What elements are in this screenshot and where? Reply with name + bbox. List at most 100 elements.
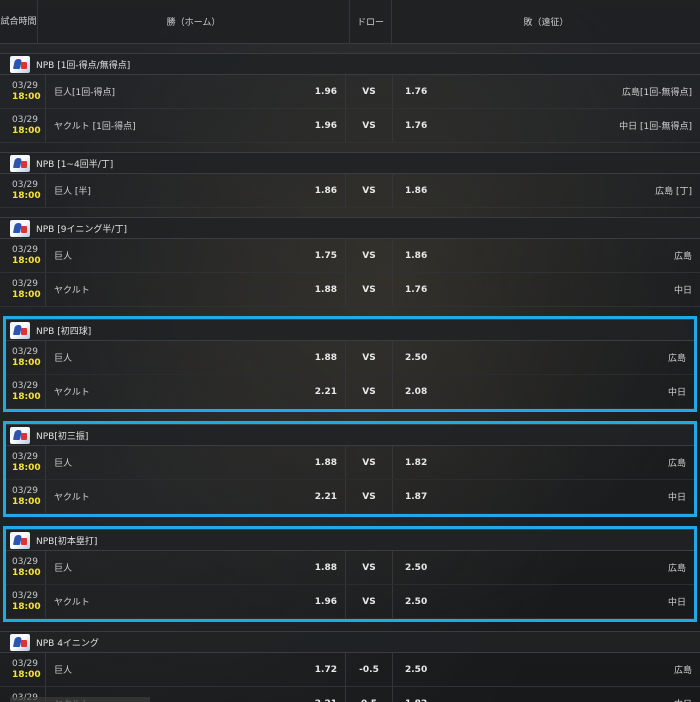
away-team: 広島 bbox=[673, 252, 692, 262]
away-bet-cell[interactable]: 2.50 広島 bbox=[393, 341, 694, 374]
home-team: 巨人 bbox=[54, 459, 73, 469]
match-row: 03/29 18:00 巨人 1.72 -0.5 2.50 広島 bbox=[0, 653, 700, 687]
match-hour: 18:00 bbox=[12, 496, 41, 507]
market-section: NPB [初四球] 03/29 18:00 巨人 1.88 VS 2.50 広島… bbox=[3, 316, 697, 412]
away-team: 中日 [1回-無得点] bbox=[619, 122, 692, 132]
match-row: 03/29 18:00 巨人[1回-得点] 1.96 VS 1.76 広島[1回… bbox=[0, 75, 700, 109]
home-bet-cell[interactable]: 巨人[1回-得点] 1.96 bbox=[46, 75, 346, 108]
match-date: 03/29 bbox=[12, 658, 38, 669]
home-odds: 1.96 bbox=[314, 596, 337, 607]
section-title: NPB[初本塁打] bbox=[6, 529, 694, 551]
section-title-label: NPB[初本塁打] bbox=[36, 536, 98, 547]
home-odds: 1.86 bbox=[314, 185, 337, 196]
away-team: 中日 bbox=[667, 493, 686, 503]
section-title: NPB[初三振] bbox=[6, 424, 694, 446]
home-bet-cell[interactable]: 巨人 1.72 bbox=[46, 653, 346, 686]
match-row: 03/29 18:00 巨人 1.88 VS 2.50 広島 bbox=[6, 341, 694, 375]
home-team: 巨人 bbox=[54, 564, 73, 574]
home-team: 巨人 bbox=[54, 666, 73, 676]
draw-cell: VS bbox=[346, 75, 393, 108]
match-hour: 18:00 bbox=[12, 289, 41, 300]
away-bet-cell[interactable]: 2.50 広島 bbox=[393, 653, 700, 686]
match-hour: 18:00 bbox=[12, 391, 41, 402]
section-title: NPB [初四球] bbox=[6, 319, 694, 341]
match-hour: 18:00 bbox=[12, 669, 41, 680]
away-bet-cell[interactable]: 1.86 広島 bbox=[393, 239, 700, 272]
draw-cell: -0.5 bbox=[346, 653, 393, 686]
away-odds: 2.08 bbox=[405, 386, 428, 397]
away-odds: 2.50 bbox=[405, 562, 428, 573]
match-time: 03/29 18:00 bbox=[6, 375, 46, 408]
section-title: NPB 4イニング bbox=[0, 631, 700, 653]
draw-cell: 0.5 bbox=[346, 687, 393, 702]
home-bet-cell[interactable]: 巨人 1.88 bbox=[46, 446, 346, 479]
home-bet-cell[interactable]: ヤクルト 2.21 bbox=[46, 480, 346, 513]
away-bet-cell[interactable]: 1.87 中日 bbox=[393, 480, 694, 513]
match-date: 03/29 bbox=[12, 346, 38, 357]
match-row: 03/29 18:00 巨人 [半] 1.86 VS 1.86 広島 [丁] bbox=[0, 174, 700, 208]
away-bet-cell[interactable]: 1.86 広島 [丁] bbox=[393, 174, 700, 207]
match-hour: 18:00 bbox=[12, 190, 41, 201]
draw-cell: VS bbox=[346, 480, 393, 513]
home-odds: 1.88 bbox=[314, 284, 337, 295]
next-section-stub bbox=[10, 697, 150, 702]
match-date: 03/29 bbox=[12, 114, 38, 125]
home-bet-cell[interactable]: ヤクルト 2.21 bbox=[46, 375, 346, 408]
match-row: 03/29 18:00 ヤクルト 1.96 VS 2.50 中日 bbox=[6, 585, 694, 619]
home-team: ヤクルト bbox=[54, 598, 90, 608]
match-time: 03/29 18:00 bbox=[0, 273, 46, 306]
home-odds: 1.88 bbox=[314, 457, 337, 468]
match-time: 03/29 18:00 bbox=[6, 446, 46, 479]
away-bet-cell[interactable]: 1.82 広島 bbox=[393, 446, 694, 479]
home-odds: 1.75 bbox=[314, 250, 337, 261]
draw-cell: VS bbox=[346, 341, 393, 374]
npb-logo-icon bbox=[10, 633, 30, 651]
home-bet-cell[interactable]: 巨人 1.88 bbox=[46, 551, 346, 584]
home-odds: 1.96 bbox=[314, 120, 337, 131]
away-bet-cell[interactable]: 2.08 中日 bbox=[393, 375, 694, 408]
away-team: 広島 bbox=[667, 459, 686, 469]
away-bet-cell[interactable]: 1.82 中日 bbox=[393, 687, 700, 702]
home-odds: 1.96 bbox=[314, 86, 337, 97]
home-odds: 2.21 bbox=[314, 386, 337, 397]
away-team: 広島 bbox=[673, 666, 692, 676]
away-bet-cell[interactable]: 1.76 中日 [1回-無得点] bbox=[393, 109, 700, 142]
home-bet-cell[interactable]: 巨人 [半] 1.86 bbox=[46, 174, 346, 207]
match-hour: 18:00 bbox=[12, 601, 41, 612]
away-bet-cell[interactable]: 1.76 中日 bbox=[393, 273, 700, 306]
home-odds: 1.88 bbox=[314, 352, 337, 363]
match-row: 03/29 18:00 ヤクルト 1.88 VS 1.76 中日 bbox=[0, 273, 700, 307]
draw-cell: VS bbox=[346, 446, 393, 479]
home-bet-cell[interactable]: ヤクルト [1回-得点] 1.96 bbox=[46, 109, 346, 142]
home-team: ヤクルト [1回-得点] bbox=[54, 122, 136, 132]
away-team: 中日 bbox=[674, 697, 692, 702]
home-bet-cell[interactable]: ヤクルト 1.88 bbox=[46, 273, 346, 306]
away-odds: 1.76 bbox=[405, 86, 428, 97]
home-bet-cell[interactable]: ヤクルト 1.96 bbox=[46, 585, 346, 618]
away-odds: 1.82 bbox=[405, 457, 428, 468]
away-bet-cell[interactable]: 2.50 広島 bbox=[393, 551, 694, 584]
market-section: NPB [1回-得点/無得点] 03/29 18:00 巨人[1回-得点] 1.… bbox=[0, 53, 700, 143]
away-team: 広島[1回-無得点] bbox=[622, 88, 692, 98]
npb-logo-icon bbox=[10, 321, 30, 339]
npb-logo-icon bbox=[10, 531, 30, 549]
home-bet-cell[interactable]: 巨人 1.88 bbox=[46, 341, 346, 374]
away-odds: 1.87 bbox=[405, 491, 428, 502]
home-team: ヤクルト bbox=[54, 388, 90, 398]
draw-cell: VS bbox=[346, 375, 393, 408]
section-title-label: NPB 4イニング bbox=[36, 638, 99, 649]
header-home: 勝（ホーム） bbox=[38, 0, 350, 43]
section-title: NPB [9イニング半/丁] bbox=[0, 217, 700, 239]
home-team: 巨人 bbox=[54, 354, 73, 364]
match-date: 03/29 bbox=[12, 244, 38, 255]
home-bet-cell[interactable]: 巨人 1.75 bbox=[46, 239, 346, 272]
away-bet-cell[interactable]: 1.76 広島[1回-無得点] bbox=[393, 75, 700, 108]
npb-logo-icon bbox=[10, 219, 30, 237]
away-bet-cell[interactable]: 2.50 中日 bbox=[393, 585, 694, 618]
section-title: NPB [1~4回半/丁] bbox=[0, 152, 700, 174]
draw-cell: VS bbox=[346, 174, 393, 207]
match-hour: 18:00 bbox=[12, 125, 41, 136]
match-time: 03/29 18:00 bbox=[0, 174, 46, 207]
section-title-label: NPB [1~4回半/丁] bbox=[36, 159, 114, 170]
home-team: 巨人 bbox=[54, 252, 73, 262]
